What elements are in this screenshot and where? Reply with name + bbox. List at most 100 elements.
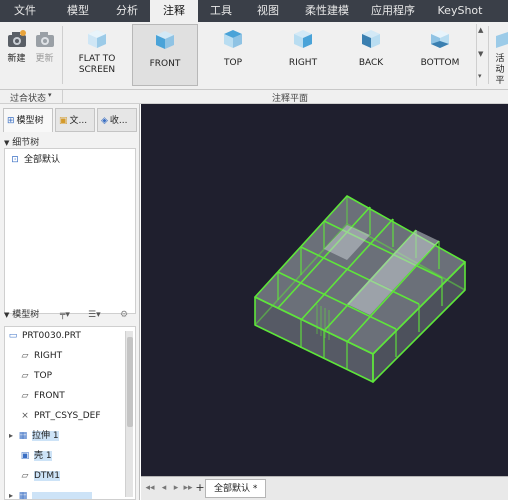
- tab-model-tree[interactable]: ⊞ 模型树: [3, 108, 53, 132]
- menu-tab-tools[interactable]: 工具: [198, 0, 244, 22]
- model-tree-item-right[interactable]: ▱ RIGHT: [19, 347, 63, 365]
- update-state-button[interactable]: 更新: [31, 24, 58, 86]
- next-sheet-icon[interactable]: ▸: [171, 482, 181, 494]
- gallery-scroll[interactable]: ▲ ▼ ▾: [476, 24, 486, 86]
- scroll-down-icon[interactable]: ▼: [478, 50, 483, 58]
- prev-sheet-icon[interactable]: ◂: [159, 482, 169, 494]
- datum-plane-icon: ▱: [21, 371, 29, 381]
- ribbon-divider: [488, 26, 489, 84]
- active-plane-button[interactable]: 活动 平: [492, 24, 508, 86]
- model-tree-item-csys[interactable]: ⨯ PRT_CSYS_DEF: [19, 407, 100, 425]
- scrollbar-thumb[interactable]: [127, 337, 133, 427]
- new-state-label: 新建: [7, 54, 26, 64]
- model-tree-item-extrude[interactable]: ▸ ▦ 拉伸 1: [9, 427, 59, 445]
- last-sheet-icon[interactable]: ▸▸: [183, 482, 193, 494]
- camera-icon: [7, 30, 26, 47]
- ribbon-divider: [62, 26, 63, 84]
- add-sheet-button[interactable]: +: [195, 482, 205, 494]
- menu-tab-keyshot[interactable]: KeyShot: [424, 0, 496, 22]
- tab-folder-browser[interactable]: ▣ 文...: [55, 108, 95, 132]
- menu-tab-annotate[interactable]: 注释: [150, 0, 198, 22]
- active-plane-label: 活动: [495, 54, 505, 75]
- navigator-tabs: ⊞ 模型树 ▣ 文... ◈ 收...: [0, 108, 140, 134]
- model-tree-item-part[interactable]: ▭ PRT0030.PRT: [7, 327, 81, 345]
- model-tree-title: 模型树: [12, 310, 40, 320]
- tree-item-label: DTM1: [34, 471, 60, 481]
- tree-item-label: 壳 1: [34, 451, 52, 461]
- part-icon: ▭: [8, 331, 18, 341]
- shell-icon: ▣: [20, 451, 30, 461]
- first-sheet-icon[interactable]: ◂◂: [145, 482, 155, 494]
- tree-item-label: RIGHT: [34, 351, 63, 361]
- menu-tab-model[interactable]: 模型: [52, 0, 104, 22]
- extrude-icon: ▦: [18, 431, 28, 441]
- model-tree-item-shell[interactable]: ▣ 壳 1: [19, 447, 52, 465]
- folder-icon: ▣: [59, 116, 68, 126]
- bottom-view-icon: [431, 30, 449, 48]
- group-state-label: 过合状态: [10, 94, 47, 104]
- model-tree-header[interactable]: ▼ 模型树 ╤▾ ☰▾ ⚙: [4, 308, 136, 322]
- tree-item-label: FRONT: [34, 391, 65, 401]
- group-plane-label: 注释平面: [272, 94, 309, 104]
- tree-columns-icon[interactable]: ☰▾: [88, 308, 101, 322]
- expand-gallery-icon[interactable]: ▾: [478, 72, 482, 80]
- view-right-button[interactable]: RIGHT: [270, 24, 336, 86]
- tree-icon: ⊞: [7, 116, 15, 126]
- view-label: FRONT: [149, 59, 181, 69]
- view-back-button[interactable]: BACK: [340, 24, 402, 86]
- view-front-button[interactable]: FRONT: [132, 24, 198, 86]
- graphics-viewport[interactable]: [141, 104, 508, 476]
- expand-arrow-icon[interactable]: ▸: [9, 487, 17, 499]
- model-tree-item-top[interactable]: ▱ TOP: [19, 367, 52, 385]
- view-bottom-button[interactable]: BOTTOM: [408, 24, 472, 86]
- tree-filter-icon[interactable]: ⚙: [120, 308, 128, 322]
- menu-bar: 文件 模型 分析 注释 工具 视图 柔性建模 应用程序 KeyShot: [0, 0, 508, 22]
- tree-item-label: 拉伸 1: [32, 431, 59, 441]
- csys-icon: ⨯: [21, 411, 29, 421]
- model-tree-item-cutoff[interactable]: ▸ ▦: [9, 487, 92, 499]
- expand-arrow-icon[interactable]: ▸: [9, 427, 17, 445]
- model-render[interactable]: [141, 104, 508, 476]
- front-view-icon: [156, 31, 174, 49]
- flat-to-screen-icon: [88, 30, 106, 48]
- collapse-icon[interactable]: ▼: [4, 139, 9, 147]
- view-flat-to-screen-button[interactable]: FLAT TO SCREEN: [66, 24, 128, 86]
- model-tree-item-dtm1[interactable]: ▱ DTM1: [19, 467, 60, 485]
- view-label: TOP: [223, 58, 242, 68]
- combined-state-icon: ⊡: [11, 155, 19, 165]
- view-label: RIGHT: [288, 58, 318, 68]
- group-state-dropdown-icon[interactable]: ▾: [48, 91, 52, 99]
- tab-label: 模型树: [16, 116, 44, 126]
- ribbon-group-labels: 过合状态 ▾ 注释平面: [0, 90, 508, 104]
- back-view-icon: [362, 30, 380, 48]
- menu-tab-analysis[interactable]: 分析: [104, 0, 150, 22]
- menu-tab-file[interactable]: 文件: [0, 0, 50, 22]
- tree-item-label: PRT0030.PRT: [22, 331, 81, 341]
- view-label: SCREEN: [78, 65, 116, 75]
- detail-tree-item-label: 全部默认: [24, 155, 61, 165]
- model-tree-item-front[interactable]: ▱ FRONT: [19, 387, 65, 405]
- view-top-button[interactable]: TOP: [202, 24, 264, 86]
- view-label: BOTTOM: [420, 58, 460, 68]
- group-divider: [62, 90, 63, 104]
- navigator-panel: ⊞ 模型树 ▣ 文... ◈ 收... ▼ 细节树 ⊡ 全部默认 ▼ 模型树 ╤▾ ☰▾…: [0, 104, 140, 500]
- tree-item-label-cut-off: [32, 491, 92, 499]
- new-state-button[interactable]: 新建: [3, 24, 30, 86]
- collapse-icon[interactable]: ▼: [4, 311, 9, 319]
- detail-tree-item[interactable]: ⊡ 全部默认: [9, 151, 60, 169]
- tree-item-label: TOP: [34, 371, 53, 381]
- datum-plane-icon: ▱: [21, 351, 29, 361]
- tab-favorites[interactable]: ◈ 收...: [97, 108, 137, 132]
- sheet-tab-all-default[interactable]: 全部默认 *: [205, 479, 267, 498]
- plane-icon: [496, 32, 508, 48]
- ribbon: 新建 更新 FLAT TO SCREEN FRONT TOP RIGHT BAC…: [0, 22, 508, 90]
- menu-tab-flexible-modeling[interactable]: 柔性建模: [292, 0, 362, 22]
- tab-label: 文...: [69, 116, 88, 126]
- tree-tools-icon[interactable]: ╤▾: [60, 308, 70, 322]
- menu-tab-applications[interactable]: 应用程序: [362, 0, 424, 22]
- update-state-label: 更新: [35, 54, 54, 64]
- view-label: FLAT TO: [78, 54, 116, 64]
- model-tree-scrollbar[interactable]: [125, 331, 133, 497]
- menu-tab-view[interactable]: 视图: [244, 0, 292, 22]
- scroll-up-icon[interactable]: ▲: [478, 26, 483, 34]
